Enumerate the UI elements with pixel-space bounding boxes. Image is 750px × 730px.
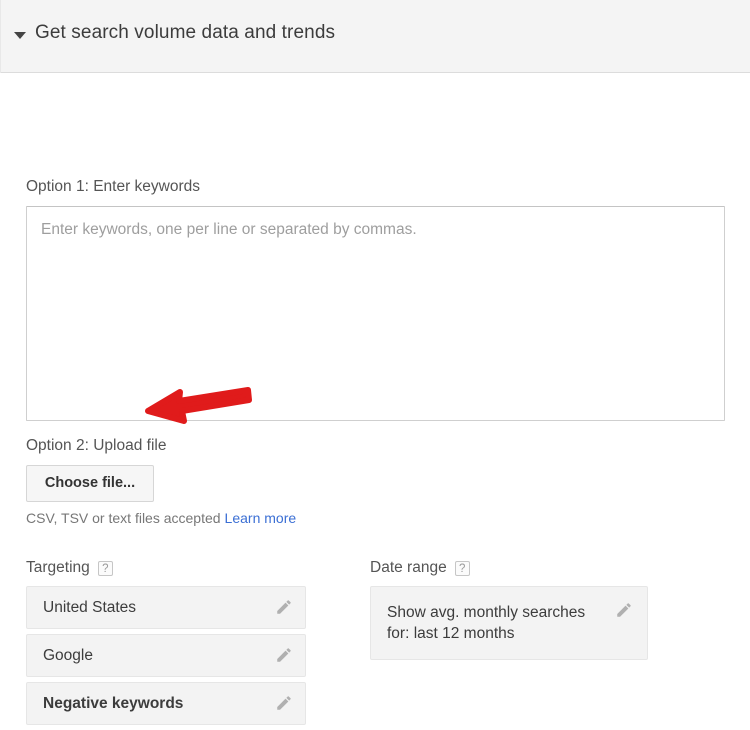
pencil-icon[interactable] xyxy=(615,601,633,619)
pencil-icon[interactable] xyxy=(275,646,293,664)
targeting-row-label: Google xyxy=(43,647,93,664)
date-range-row[interactable]: Show avg. monthly searches for: last 12 … xyxy=(370,586,648,660)
help-icon-targeting[interactable]: ? xyxy=(98,561,113,576)
triangle-down-icon[interactable] xyxy=(14,32,26,39)
targeting-row-search-engine[interactable]: Google xyxy=(26,634,306,677)
date-range-heading-label: Date range xyxy=(370,559,447,577)
date-range-heading: Date range ? xyxy=(370,557,648,579)
option2-label: Option 2: Upload file xyxy=(26,437,166,455)
panel-body: Option 1: Enter keywords Option 2: Uploa… xyxy=(0,73,750,683)
learn-more-link[interactable]: Learn more xyxy=(225,510,297,526)
help-icon-date-range[interactable]: ? xyxy=(455,561,470,576)
pencil-icon[interactable] xyxy=(275,694,293,712)
date-range-column: Date range ? Show avg. monthly searches … xyxy=(370,557,648,665)
choose-file-button[interactable]: Choose file... xyxy=(26,465,154,502)
page-title: Get search volume data and trends xyxy=(35,22,335,44)
file-type-hint: CSV, TSV or text files acceptedLearn mor… xyxy=(26,510,296,526)
header-inner: Get search volume data and trends xyxy=(14,22,335,44)
file-type-hint-text: CSV, TSV or text files accepted xyxy=(26,510,221,526)
pencil-icon[interactable] xyxy=(275,598,293,616)
targeting-row-negative-keywords[interactable]: Negative keywords xyxy=(26,682,306,725)
keywords-input[interactable] xyxy=(26,206,725,421)
panel-header[interactable]: Get search volume data and trends xyxy=(0,0,750,73)
date-range-row-label: Show avg. monthly searches for: last 12 … xyxy=(387,604,585,642)
header-left-rule xyxy=(0,0,1,73)
option1-label: Option 1: Enter keywords xyxy=(26,178,200,196)
body-left-rule xyxy=(0,73,1,683)
targeting-row-location[interactable]: United States xyxy=(26,586,306,629)
targeting-row-label: United States xyxy=(43,599,136,616)
targeting-column: Targeting ? United States Google Ne xyxy=(26,557,306,730)
targeting-row-label: Negative keywords xyxy=(43,695,183,712)
targeting-heading-label: Targeting xyxy=(26,559,90,577)
targeting-heading: Targeting ? xyxy=(26,557,306,579)
